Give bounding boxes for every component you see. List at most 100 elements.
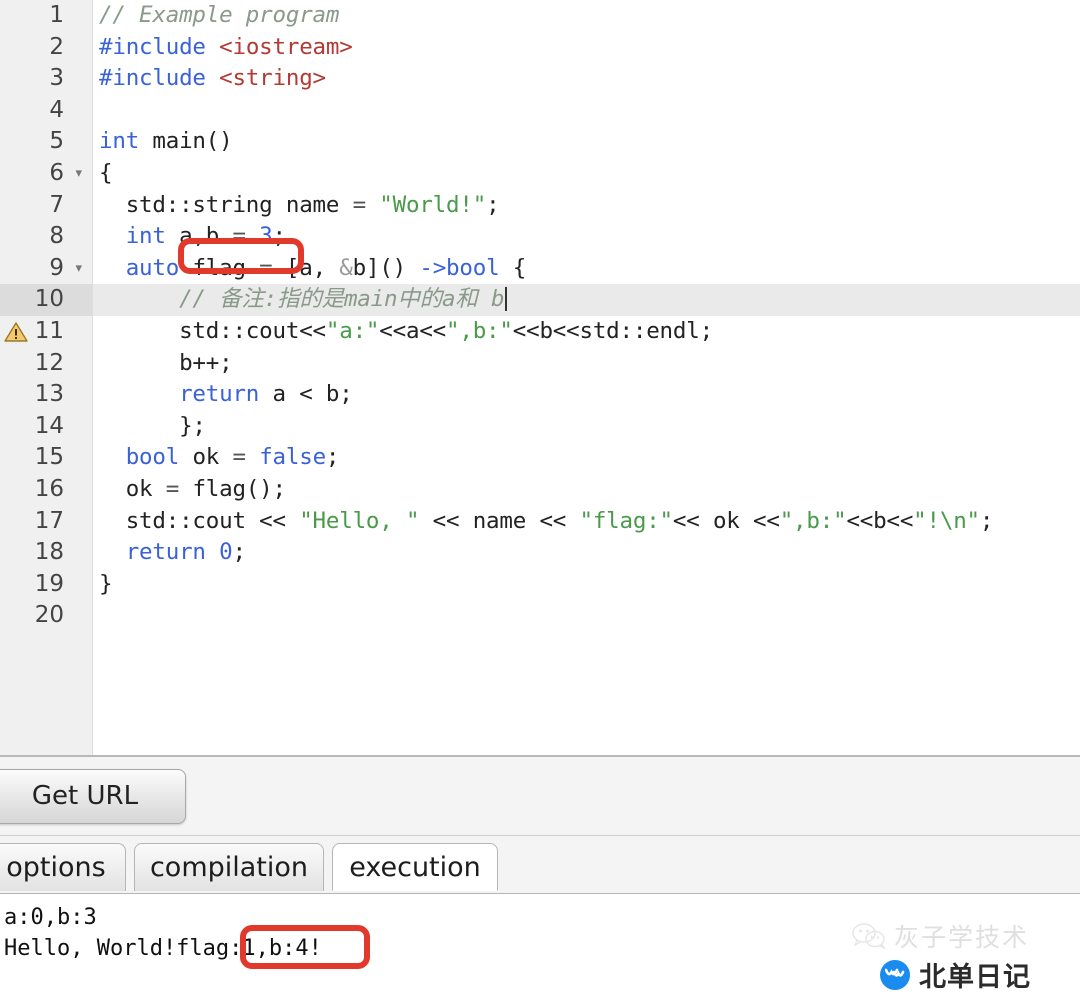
code-token: false [259,444,326,471]
line-number: 17 [34,507,64,534]
line-number: 3 [49,65,64,92]
tab-compilation[interactable]: compilation [134,843,324,891]
line-number: 4 [49,96,64,123]
fold-toggle-icon[interactable]: ▾ [75,253,82,285]
code-line-9[interactable]: auto flag = [a, &b]() ->bool { [93,253,1080,285]
code-token: std::cout<< [99,317,326,344]
text-caret [505,287,508,312]
code-content-area[interactable]: // Example program #include <iostream> #in… [93,0,1080,755]
code-line-17[interactable]: std::cout << "Hello, " << name << "flag:… [93,506,1080,538]
code-line-13[interactable]: return a < b; [93,379,1080,411]
code-token: // 备注:指的是main中的a和 b [179,286,505,313]
gutter-line-15[interactable]: 15 [0,442,92,474]
code-token: ; [486,191,500,218]
gutter-line-1[interactable]: 1 [0,0,92,32]
code-token: = [232,223,260,250]
gutter-line-4[interactable]: 4 [0,95,92,127]
code-line-14[interactable]: }; [93,411,1080,443]
code-token: ; [325,444,340,471]
watermark-top-label: 灰子学技术 [894,923,1030,952]
line-number: 14 [34,412,64,439]
code-line-12[interactable]: b++; [93,348,1080,380]
result-tabs[interactable]: options compilation execution [0,843,1080,894]
tab-execution[interactable]: execution [332,843,498,891]
code-line-18[interactable]: return 0; [93,537,1080,569]
code-token: = [232,444,260,471]
line-number: 11 [34,317,64,344]
watermark-bottom-label: 北单日记 [919,962,1031,993]
code-line-5[interactable]: int main() [93,126,1080,158]
code-token: ; [232,539,247,566]
code-token: "!\n" [913,507,980,534]
gutter-line-17[interactable]: 17 [0,506,92,538]
gutter-line-13[interactable]: 13 [0,379,92,411]
code-line-1[interactable]: // Example program [93,0,1080,32]
gutter-line-3[interactable]: 3 [0,63,92,95]
code-line-4[interactable] [93,95,1080,127]
line-number: 6 [49,159,64,186]
code-line-19[interactable]: } [93,569,1080,601]
line-number: 9 [49,254,64,281]
tab-options[interactable]: options [0,843,126,891]
gutter-line-2[interactable]: 2 [0,32,92,64]
gutter-line-19[interactable]: 19 [0,569,92,601]
gutter-line-6[interactable]: 6 ▾ [0,158,92,190]
code-line-10[interactable]: // 备注:指的是main中的a和 b [93,284,1080,316]
code-editor[interactable]: 1 2 3 4 5 6 ▾ 7 8 9 ▾ 10 11 12 13 14 15 16 17 18 19 20 // Exa… [0,0,1080,757]
line-number: 18 [34,539,64,566]
code-line-16[interactable]: ok = flag(); [93,474,1080,506]
code-token: <string> [219,65,326,92]
editor-gutter: 1 2 3 4 5 6 ▾ 7 8 9 ▾ 10 11 12 13 14 15 16 17 18 19 20 [0,0,93,755]
gutter-line-10[interactable]: 10 [0,284,92,316]
gutter-line-20[interactable]: 20 [0,600,92,632]
code-token: b]() [352,254,420,281]
line-number: 8 [49,223,64,250]
code-token: a < b; [272,381,353,408]
gutter-line-12[interactable]: 12 [0,348,92,380]
code-line-8[interactable]: int a,b = 3; [93,221,1080,253]
code-token: flag [192,254,260,281]
code-token: { [99,159,113,186]
code-token: int [99,128,153,155]
code-line-3[interactable]: #include <string> [93,63,1080,95]
code-token: ",b:" [779,507,847,534]
code-token: <<a<< [379,317,447,344]
gutter-line-7[interactable]: 7 [0,190,92,222]
gutter-line-11[interactable]: 11 [0,316,92,348]
gutter-line-14[interactable]: 14 [0,411,92,443]
wechat-outline-icon [852,923,886,950]
gutter-line-5[interactable]: 5 [0,126,92,158]
gutter-line-9[interactable]: 9 ▾ [0,253,92,285]
code-line-11[interactable]: std::cout<<"a:"<<a<<",b:"<<b<<std::endl; [93,316,1080,348]
gutter-line-18[interactable]: 18 [0,537,92,569]
get-url-button[interactable]: Get URL [0,769,186,824]
code-token: main() [152,128,233,155]
code-token: <iostream> [219,33,353,60]
warning-icon[interactable] [4,321,28,343]
code-token: ok [192,444,233,471]
code-line-2[interactable]: #include <iostream> [93,32,1080,64]
gutter-line-16[interactable]: 16 [0,474,92,506]
code-token: ; [272,223,287,250]
fold-toggle-icon[interactable]: ▾ [75,158,82,190]
line-number: 1 [49,2,64,28]
code-token: return [179,381,273,408]
line-number: 15 [34,444,64,471]
code-token: a,b [179,223,233,250]
code-line-6[interactable]: { [93,158,1080,190]
line-number: 13 [34,381,64,408]
code-line-7[interactable]: std::string name = "World!"; [93,190,1080,222]
code-token: << ok << [672,507,780,534]
gutter-line-8[interactable]: 8 [0,221,92,253]
code-token: #include [99,33,220,60]
code-line-20[interactable] [93,600,1080,632]
code-token: ->bool [419,254,513,281]
code-token: // Example program [99,2,340,28]
code-line-15[interactable]: bool ok = false; [93,442,1080,474]
code-token: "flag:" [579,507,673,534]
line-number: 7 [49,191,64,218]
line-number: 20 [34,602,64,629]
code-token: = [165,475,193,502]
